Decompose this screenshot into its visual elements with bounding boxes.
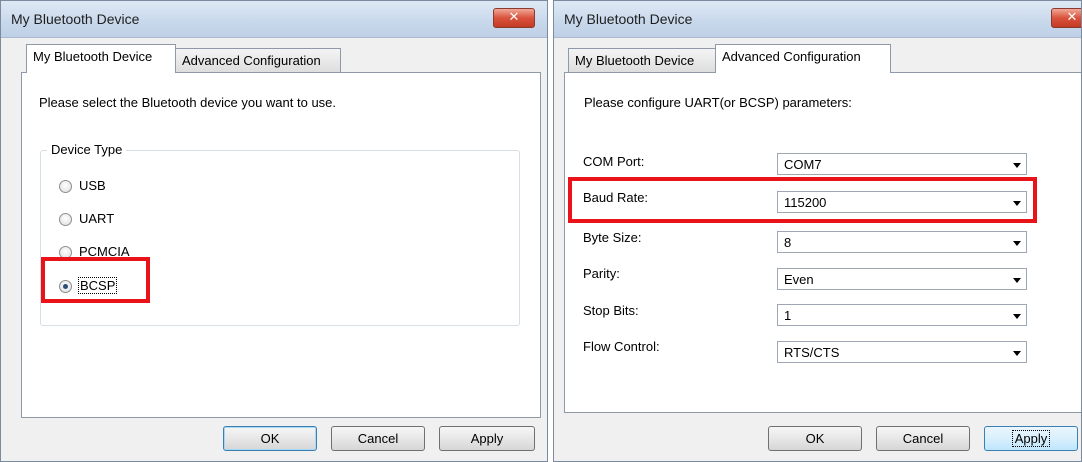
- select-value: 8: [784, 235, 792, 250]
- com-port-select[interactable]: COM7: [777, 153, 1027, 175]
- ok-button[interactable]: OK: [768, 426, 862, 451]
- title-bar: My Bluetooth Device ✕: [554, 1, 1081, 38]
- tab-advanced-configuration[interactable]: Advanced Configuration: [175, 48, 341, 74]
- instruction-text: Please configure UART(or BCSP) parameter…: [584, 95, 852, 110]
- window-title: My Bluetooth Device: [11, 11, 140, 27]
- radio-usb[interactable]: USB: [59, 178, 159, 196]
- cancel-button[interactable]: Cancel: [331, 426, 425, 451]
- stop-bits-label: Stop Bits:: [583, 303, 639, 318]
- close-icon: ✕: [508, 10, 520, 25]
- chevron-down-icon: [1013, 278, 1021, 283]
- group-label: Device Type: [47, 142, 127, 157]
- select-value: COM7: [784, 157, 822, 172]
- select-value: 1: [784, 308, 792, 323]
- parity-label: Parity:: [583, 266, 620, 281]
- byte-size-select[interactable]: 8: [777, 231, 1027, 253]
- close-button[interactable]: ✕: [1051, 8, 1081, 28]
- apply-button[interactable]: Apply: [439, 426, 535, 451]
- radio-label: UART: [79, 211, 115, 226]
- close-button[interactable]: ✕: [493, 8, 535, 28]
- tab-advanced-configuration[interactable]: Advanced Configuration: [715, 44, 891, 73]
- tab-panel: Please select the Bluetooth device you w…: [21, 72, 541, 418]
- close-icon: ✕: [1066, 10, 1078, 25]
- chevron-down-icon: [1013, 241, 1021, 246]
- window-title: My Bluetooth Device: [564, 11, 693, 27]
- tab-my-bluetooth-device[interactable]: My Bluetooth Device: [568, 48, 716, 74]
- flow-control-label: Flow Control:: [583, 339, 660, 354]
- chevron-down-icon: [1013, 351, 1021, 356]
- radio-label: USB: [79, 178, 106, 193]
- cancel-button[interactable]: Cancel: [876, 426, 970, 451]
- ok-button[interactable]: OK: [223, 426, 317, 451]
- apply-button[interactable]: Apply: [984, 426, 1078, 451]
- bluetooth-device-dialog-right: My Bluetooth Device ✕ My Bluetooth Devic…: [553, 0, 1082, 462]
- apply-button-label: Apply: [1011, 430, 1051, 447]
- title-bar: My Bluetooth Device ✕: [1, 1, 547, 38]
- flow-control-select[interactable]: RTS/CTS: [777, 341, 1027, 363]
- stop-bits-select[interactable]: 1: [777, 304, 1027, 326]
- bluetooth-device-dialog-left: My Bluetooth Device ✕ My Bluetooth Devic…: [0, 0, 548, 462]
- byte-size-label: Byte Size:: [583, 230, 642, 245]
- select-value: Even: [784, 272, 814, 287]
- instruction-text: Please select the Bluetooth device you w…: [39, 95, 337, 110]
- tab-my-bluetooth-device[interactable]: My Bluetooth Device: [26, 44, 176, 73]
- parity-select[interactable]: Even: [777, 268, 1027, 290]
- select-value: RTS/CTS: [784, 345, 840, 360]
- chevron-down-icon: [1013, 163, 1021, 168]
- radio-uart[interactable]: UART: [59, 211, 159, 229]
- chevron-down-icon: [1013, 314, 1021, 319]
- radio-button[interactable]: [59, 180, 72, 193]
- com-port-label: COM Port:: [583, 154, 645, 169]
- radio-button[interactable]: [59, 213, 72, 226]
- tab-panel: Please configure UART(or BCSP) parameter…: [564, 72, 1081, 413]
- highlight-box-baud-rate: [568, 177, 1037, 223]
- highlight-box-bcsp: [41, 257, 150, 303]
